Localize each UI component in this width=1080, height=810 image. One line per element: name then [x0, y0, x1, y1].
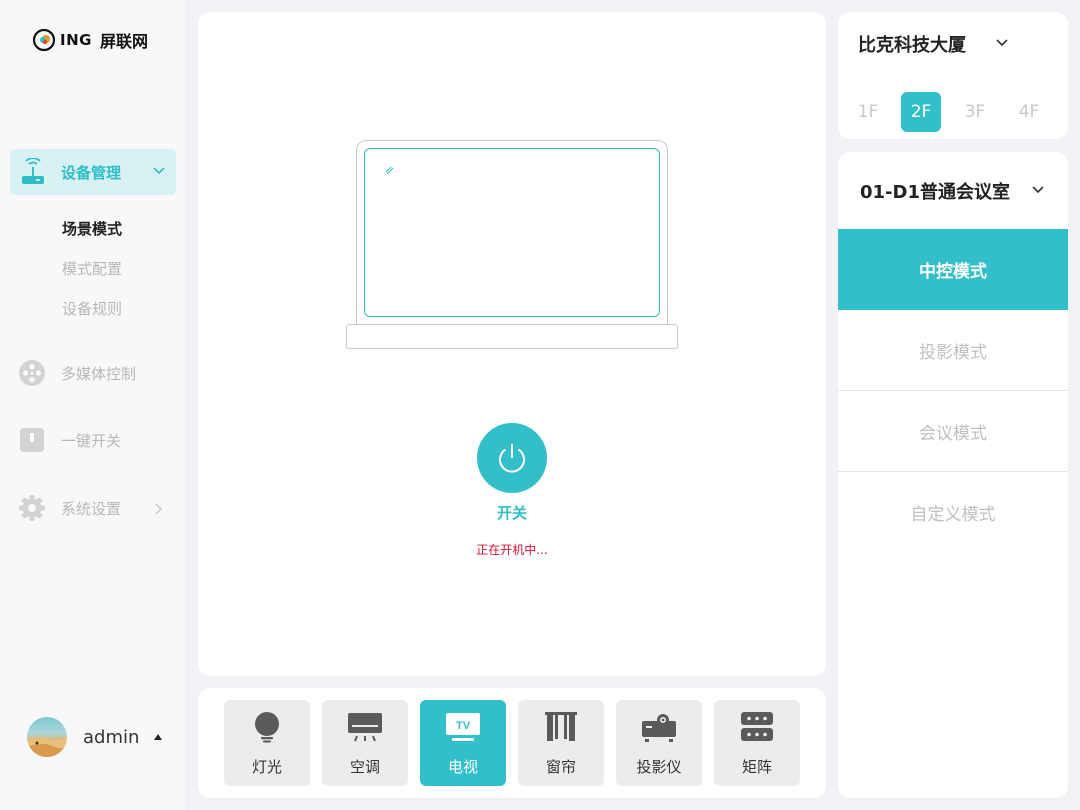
tv-base — [346, 324, 678, 349]
brand-name: 屏联网 — [99, 32, 148, 51]
submenu-scene-mode[interactable]: 场景模式 — [62, 218, 122, 239]
tv-icon-badge: TV — [456, 720, 471, 732]
user-menu[interactable]: admin — [27, 717, 163, 757]
tab-tv-label: 电视 — [447, 758, 478, 776]
tab-curtain[interactable]: 窗帘 — [518, 700, 604, 786]
submenu-mode-config[interactable]: 模式配置 — [62, 258, 122, 279]
menu-device-management-label: 设备管理 — [61, 163, 122, 182]
caret-up-icon[interactable] — [153, 733, 163, 741]
room-select[interactable]: 01-D1普通会议室 — [860, 178, 1010, 204]
floor-4f[interactable]: 4F — [1009, 92, 1049, 132]
chevron-down-icon[interactable] — [995, 38, 1009, 48]
tab-air-conditioner[interactable]: 空调 — [322, 700, 408, 786]
menu-system-settings-label: 系统设置 — [61, 499, 122, 518]
curtain-icon — [545, 712, 577, 741]
menu-multimedia[interactable]: 多媒体控制 — [18, 358, 178, 388]
tab-projector-label: 投影仪 — [636, 758, 682, 776]
submenu-device-rules[interactable]: 设备规则 — [62, 298, 122, 319]
device-tabs: 灯光 空调 TV 电视 窗帘 投影仪 矩阵 — [198, 688, 826, 798]
floor-2f[interactable]: 2F — [901, 92, 941, 132]
avatar — [27, 717, 67, 757]
logo-text: ING — [60, 31, 92, 49]
tab-tv[interactable]: TV 电视 — [420, 700, 506, 786]
switch-icon — [20, 428, 44, 452]
power-label: 开关 — [496, 504, 527, 522]
menu-one-key-switch[interactable]: 一键开关 — [18, 425, 178, 455]
menu-device-management[interactable]: 设备管理 — [10, 149, 176, 195]
building-selector-panel: 比克科技大厦 1F 2F 3F 4F — [838, 12, 1068, 139]
room-mode-panel: 01-D1普通会议室 中控模式 投影模式 会议模式 自定义模式 — [838, 152, 1068, 798]
sidebar: ING 屏联网 设备管理 场景模式 模式配置 设备规则 多媒体控制 一键开关 系… — [0, 0, 186, 810]
tab-curtain-label: 窗帘 — [545, 758, 576, 776]
tab-matrix-label: 矩阵 — [741, 758, 772, 776]
power-button[interactable] — [477, 423, 547, 493]
chevron-down-icon[interactable] — [1031, 185, 1045, 195]
brand-logo: ING 屏联网 — [32, 27, 148, 53]
power-icon — [499, 444, 525, 473]
power-status-text: 正在开机中... — [476, 543, 548, 557]
gear-icon — [19, 495, 45, 521]
tab-air-conditioner-label: 空调 — [349, 758, 380, 776]
menu-system-settings[interactable]: 系统设置 — [18, 493, 178, 523]
matrix-icon — [741, 712, 773, 741]
mode-central-control[interactable]: 中控模式 — [838, 229, 1068, 310]
tv-icon: TV — [446, 713, 480, 741]
avatar-image — [27, 737, 67, 757]
device-display-panel: 开关 正在开机中... — [198, 12, 826, 676]
chevron-down-icon — [153, 167, 165, 175]
menu-multimedia-label: 多媒体控制 — [61, 364, 137, 383]
building-select[interactable]: 比克科技大厦 — [858, 31, 966, 57]
logo-icon — [32, 28, 56, 52]
projector-icon — [642, 714, 676, 742]
router-icon — [22, 158, 44, 184]
tab-light[interactable]: 灯光 — [224, 700, 310, 786]
screen-glare-icon — [385, 166, 394, 175]
mode-projection[interactable]: 投影模式 — [838, 310, 1068, 391]
tab-matrix[interactable]: 矩阵 — [714, 700, 800, 786]
tv-screen — [364, 148, 660, 317]
mode-custom[interactable]: 自定义模式 — [838, 472, 1068, 553]
username: admin — [83, 726, 140, 748]
chevron-right-icon — [155, 503, 163, 515]
mode-meeting[interactable]: 会议模式 — [838, 391, 1068, 472]
tab-projector[interactable]: 投影仪 — [616, 700, 702, 786]
air-conditioner-icon — [348, 713, 382, 742]
tab-light-label: 灯光 — [251, 758, 282, 776]
bulb-icon — [255, 712, 279, 743]
floor-3f[interactable]: 3F — [955, 92, 995, 132]
floor-1f[interactable]: 1F — [848, 92, 888, 132]
film-reel-icon — [19, 360, 45, 386]
menu-one-key-switch-label: 一键开关 — [61, 431, 122, 450]
